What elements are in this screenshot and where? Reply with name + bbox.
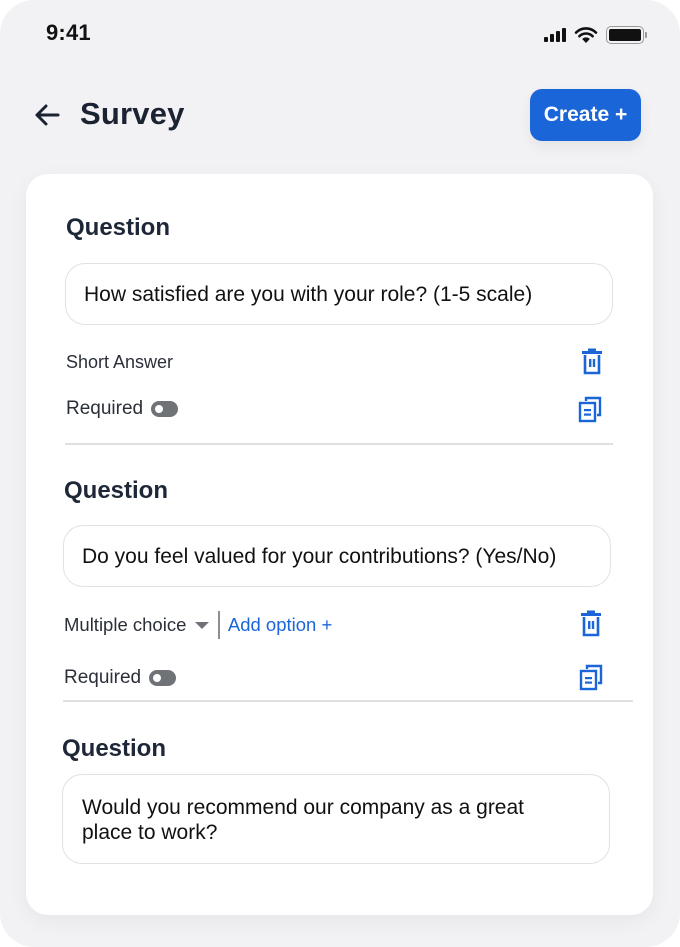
signal-icon <box>544 28 566 42</box>
add-option-link[interactable]: Add option + <box>228 614 332 636</box>
status-time: 9:41 <box>46 20 91 45</box>
trash-icon[interactable] <box>579 348 605 376</box>
wifi-icon <box>574 27 598 43</box>
question-3-label: Question <box>62 735 167 762</box>
question-1-input[interactable]: How satisfied are you with your role? (1… <box>65 263 613 325</box>
question-2-required-row: Required <box>64 667 177 689</box>
question-type-dropdown[interactable]: Multiple choice <box>64 614 186 636</box>
status-icons <box>544 26 647 44</box>
copy-icon[interactable] <box>578 664 604 692</box>
question-1-required-row: Required <box>66 398 179 420</box>
divider <box>63 700 633 702</box>
required-label: Required <box>66 398 144 419</box>
question-3-input[interactable]: Would you recommend our company as a gre… <box>62 774 610 864</box>
question-1-type[interactable]: Short Answer <box>66 352 173 373</box>
required-label: Required <box>64 667 142 688</box>
trash-icon[interactable] <box>578 610 604 638</box>
required-toggle[interactable] <box>149 670 177 686</box>
arrow-left-icon[interactable] <box>32 100 62 130</box>
create-button[interactable]: Create + <box>530 89 641 141</box>
page-title: Survey <box>80 96 185 131</box>
question-2-label: Question <box>64 477 169 504</box>
status-bar: 9:41 <box>0 0 680 60</box>
question-2-type-row: Multiple choice Add option + <box>64 611 332 639</box>
question-1-label: Question <box>66 214 171 241</box>
required-toggle[interactable] <box>151 401 179 417</box>
phone-screen: 9:41 Survey Create + Question How satisf… <box>0 0 680 947</box>
copy-icon[interactable] <box>577 396 603 424</box>
header: Survey Create + <box>0 86 680 142</box>
vertical-separator <box>218 611 220 639</box>
divider <box>65 443 613 445</box>
survey-card: Question How satisfied are you with your… <box>26 174 653 915</box>
battery-icon <box>606 26 647 44</box>
chevron-down-icon[interactable] <box>195 621 210 629</box>
question-2-input[interactable]: Do you feel valued for your contribution… <box>63 525 611 587</box>
